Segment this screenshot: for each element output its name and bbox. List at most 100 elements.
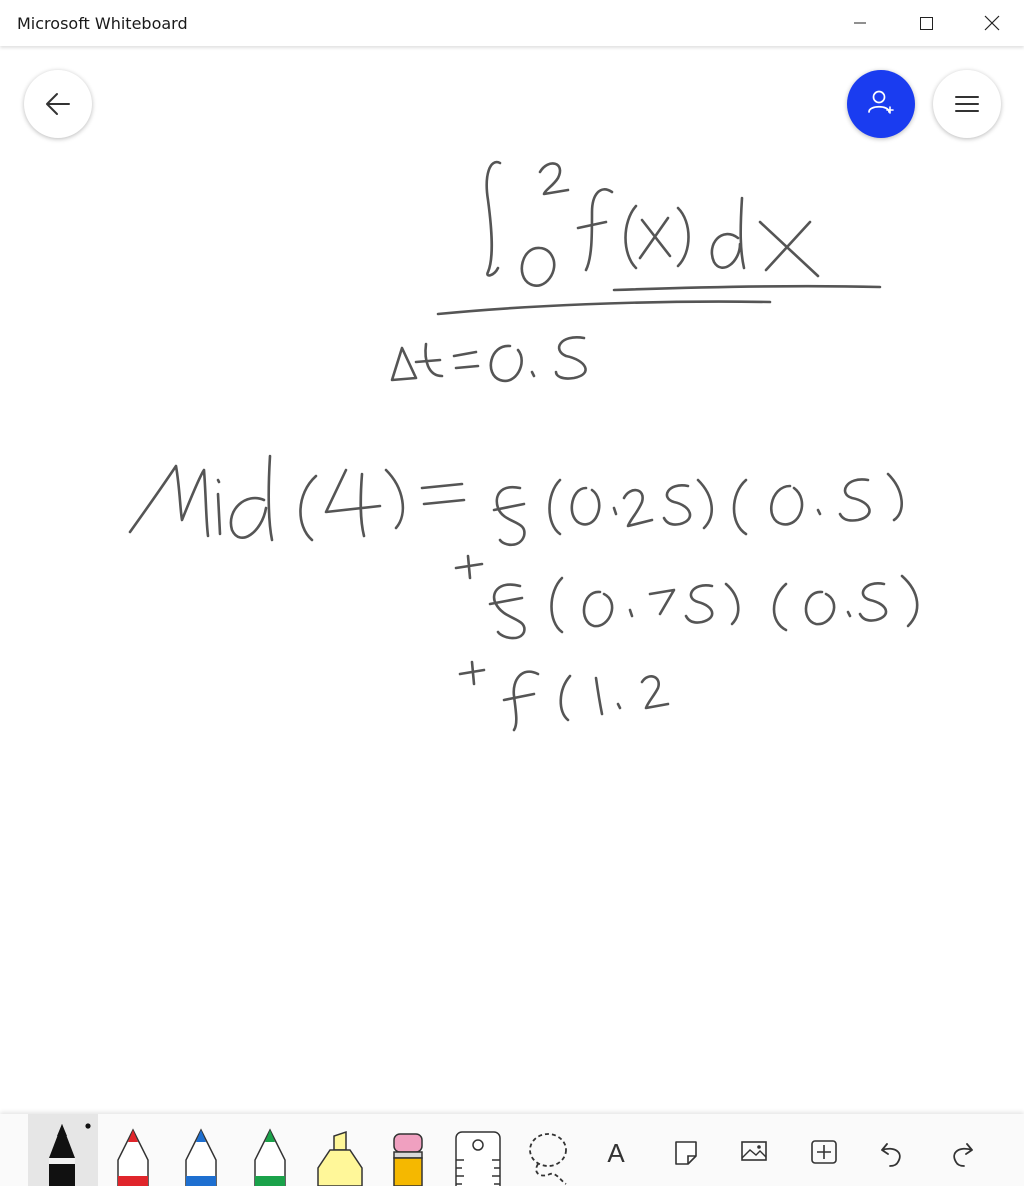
ink-d (710, 196, 746, 270)
lasso-icon (529, 1133, 567, 1185)
ink-paren-8 (724, 582, 740, 626)
add-square-icon (811, 1140, 837, 1164)
ink-f (584, 188, 614, 272)
hamburger-menu-icon (955, 96, 979, 112)
ruler-tool[interactable] (450, 1114, 506, 1186)
text-tool[interactable]: A (596, 1114, 636, 1186)
undo-icon (881, 1143, 901, 1167)
black-pen-tool[interactable] (28, 1114, 98, 1186)
green-pen-tool[interactable] (245, 1114, 295, 1186)
ink-5-4 (684, 584, 714, 624)
redo-button[interactable] (940, 1114, 984, 1186)
ink-0-4 (582, 590, 614, 628)
minimize-button[interactable] (830, 0, 890, 46)
ink-paren-9 (772, 582, 788, 632)
ink-plus-1 (454, 554, 484, 580)
black-pen-icon (49, 1123, 91, 1186)
blue-pen-icon (185, 1128, 217, 1186)
sticky-note-icon (675, 1141, 697, 1165)
highlighter-tool[interactable] (312, 1114, 368, 1186)
ink-paren-10 (900, 574, 919, 628)
ink-zero-1 (489, 344, 523, 383)
ink-dot-5 (846, 610, 852, 618)
close-button[interactable] (962, 0, 1022, 46)
ink-paren-4 (696, 478, 713, 530)
ink-paren-open-2 (299, 474, 318, 542)
ink-M (128, 464, 210, 538)
ink-dot-3 (816, 508, 822, 516)
ink-0-5 (804, 590, 836, 626)
ink-upper-limit (538, 162, 570, 196)
ink-1 (594, 676, 604, 716)
ink-equals-1 (452, 350, 480, 370)
ink-dot-1 (530, 370, 536, 378)
title-bar: Microsoft Whiteboard (0, 0, 1024, 46)
ink-plus-2 (458, 660, 486, 686)
ink-paren-close-2 (384, 468, 405, 530)
image-tool[interactable] (732, 1114, 776, 1186)
ink-five-1 (554, 336, 587, 380)
ink-open-paren (624, 204, 638, 270)
green-pen-icon (254, 1128, 286, 1186)
svg-text:A: A (607, 1138, 625, 1168)
ink-layer (128, 160, 919, 732)
ink-dx-x (758, 220, 820, 278)
ink-dot-4 (628, 608, 634, 618)
bottom-toolbar: A (0, 1114, 1024, 1186)
ink-lower-limit (520, 246, 556, 287)
maximize-icon (920, 17, 933, 30)
redo-icon (953, 1143, 973, 1167)
eraser-tool[interactable] (384, 1114, 434, 1186)
ink-5-5 (858, 582, 888, 622)
ink-i (216, 478, 222, 536)
ink-5-2 (662, 484, 692, 526)
ink-0-3 (770, 484, 804, 526)
ink-d2 (229, 454, 274, 542)
ink-paren-7 (550, 576, 564, 634)
sticky-note-tool[interactable] (664, 1114, 708, 1186)
ink-f2 (492, 485, 526, 547)
ink-paren-3 (548, 478, 562, 536)
app-title: Microsoft Whiteboard (17, 14, 188, 33)
close-icon (984, 15, 1000, 31)
ink-dot-6 (616, 702, 622, 710)
highlighter-icon (317, 1130, 363, 1186)
whiteboard-canvas[interactable] (0, 46, 1024, 1114)
ink-paren-5 (732, 478, 748, 536)
ink-paren-6 (886, 472, 903, 522)
back-button[interactable] (24, 70, 92, 138)
ink-4 (324, 468, 382, 538)
ink-underline-1 (612, 284, 882, 292)
ink-paren-11 (559, 674, 572, 722)
minimize-icon (854, 22, 866, 24)
ink-f4 (502, 670, 540, 732)
menu-button[interactable] (933, 70, 1001, 138)
ink-integral-sign (485, 160, 502, 277)
ink-dot-2 (612, 506, 618, 516)
undo-button[interactable] (870, 1114, 914, 1186)
insert-tool[interactable] (802, 1114, 846, 1186)
ink-underline-2 (436, 300, 772, 316)
ink-f3 (488, 583, 526, 640)
ink-7 (648, 588, 676, 616)
maximize-button[interactable] (896, 0, 956, 46)
blue-pen-tool[interactable] (176, 1114, 226, 1186)
ink-delta (390, 346, 418, 382)
ink-x (638, 216, 672, 260)
eraser-icon (393, 1133, 423, 1186)
image-icon (741, 1141, 767, 1161)
red-pen-tool[interactable] (108, 1114, 158, 1186)
lasso-tool[interactable] (520, 1114, 576, 1186)
ink-equals-2 (420, 482, 466, 506)
ruler-icon (455, 1131, 501, 1186)
ink-2-2 (622, 488, 654, 528)
arrow-left-icon (46, 93, 70, 115)
add-person-icon (868, 90, 894, 114)
invite-button[interactable] (847, 70, 915, 138)
ink-5-3 (838, 478, 871, 522)
ink-close-paren (676, 206, 690, 268)
red-pen-icon (117, 1128, 149, 1186)
text-icon: A (607, 1138, 625, 1168)
ink-t (414, 342, 444, 378)
ink-0-2 (570, 486, 601, 526)
